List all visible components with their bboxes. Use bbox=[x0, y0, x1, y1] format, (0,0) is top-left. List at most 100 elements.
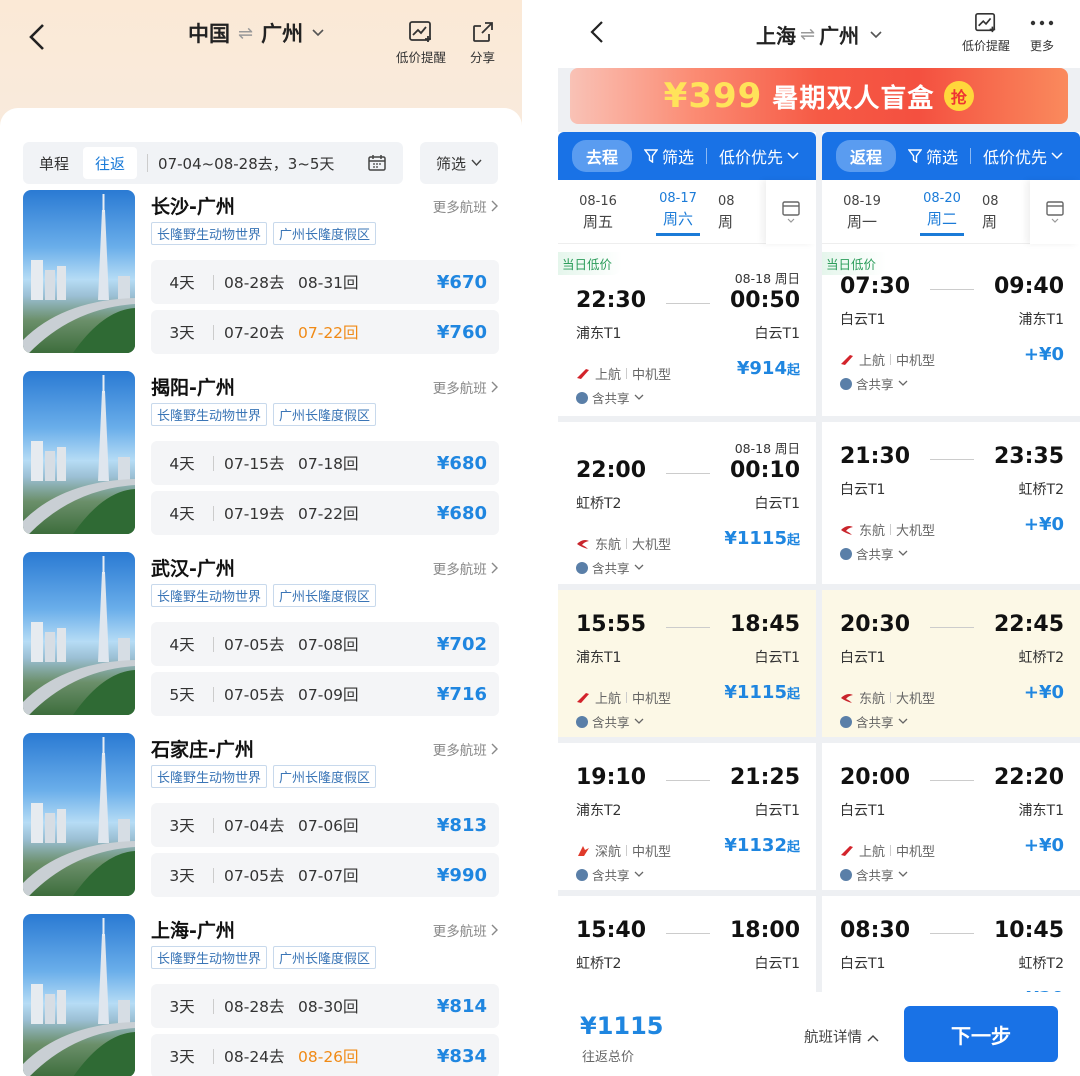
calendar-icon[interactable] bbox=[367, 154, 387, 172]
date-tab[interactable]: 08-16 周五 bbox=[558, 191, 638, 233]
tag-list: 长隆野生动物世界 广州长隆度假区 bbox=[151, 222, 377, 245]
canton-tower-photo[interactable] bbox=[23, 733, 135, 896]
attraction-tag: 长隆野生动物世界 bbox=[151, 222, 268, 245]
destination-card[interactable]: 揭阳-广州 更多航班 长隆野生动物世界 广州长隆度假区 4天 07-15去 07-… bbox=[23, 371, 499, 536]
flight-item[interactable]: 当日低价 08-18 周日 22:30 00:50 浦东T1 白云T1 上航 中机型… bbox=[558, 252, 816, 422]
calendar-button[interactable] bbox=[766, 180, 816, 244]
date-tab[interactable]: 08-19 周一 bbox=[822, 191, 902, 233]
flight-item[interactable]: 21:30 23:35 白云T1 虹桥T2 东航 大机型 +¥0 含共享 bbox=[822, 422, 1080, 590]
destination-card[interactable]: 长沙-广州 更多航班 长隆野生动物世界 广州长隆度假区 4天 08-28去 08-… bbox=[23, 190, 499, 355]
back-button[interactable] bbox=[578, 12, 618, 52]
depart-airport: 虹桥T2 bbox=[576, 496, 622, 512]
more-flights-link[interactable]: 更多航班 bbox=[433, 196, 499, 216]
calendar-button[interactable] bbox=[1030, 180, 1080, 244]
tab-roundtrip[interactable]: 往返 bbox=[83, 147, 138, 179]
codeshare-toggle[interactable]: 含共享 bbox=[840, 865, 908, 884]
codeshare-toggle[interactable]: 含共享 bbox=[840, 712, 908, 731]
divider bbox=[890, 845, 892, 856]
flight-item[interactable]: 08:30 10:45 白云T1 虹桥T2 东航 大机型+¥20 bbox=[822, 896, 1080, 992]
date-tab[interactable]: 08-17 周六 bbox=[638, 188, 718, 236]
trip-option-row[interactable]: 4天 07-15去 07-18回 ¥680 bbox=[151, 441, 499, 485]
trip-option-row[interactable]: 3天 07-05去 07-07回 ¥990 bbox=[151, 853, 499, 897]
trip-option-row[interactable]: 4天 08-28去 08-31回 ¥670 bbox=[151, 260, 499, 304]
arrive-time: 10:45 bbox=[993, 918, 1064, 943]
trip-option-row[interactable]: 4天 07-19去 07-22回 ¥680 bbox=[151, 491, 499, 535]
more-button[interactable]: 更多 bbox=[1028, 12, 1056, 54]
funnel-icon bbox=[908, 149, 923, 163]
flight-item[interactable]: 20:30 22:45 白云T1 虹桥T2 东航 大机型 +¥0 含共享 bbox=[822, 590, 1080, 743]
codeshare-toggle[interactable]: 含共享 bbox=[576, 865, 644, 884]
codeshare-toggle[interactable]: 含共享 bbox=[840, 544, 908, 563]
airline-info: 上航 中机型 bbox=[840, 350, 935, 369]
destination-card[interactable]: 石家庄-广州 更多航班 长隆野生动物世界 广州长隆度假区 3天 07-04去 07… bbox=[23, 733, 499, 898]
arrival-date: 08-18 周日 bbox=[734, 271, 800, 286]
trip-option-row[interactable]: 5天 07-05去 07-09回 ¥716 bbox=[151, 672, 499, 716]
canton-tower-photo[interactable] bbox=[23, 552, 135, 715]
flight-item[interactable]: 15:55 18:45 浦东T1 白云T1 上航 中机型 ¥1115起 含共享 bbox=[558, 590, 816, 743]
codeshare-toggle[interactable]: 含共享 bbox=[576, 712, 644, 731]
price-alert-button[interactable]: 低价提醒 bbox=[962, 12, 1010, 54]
flight-price: ¥1115起 bbox=[724, 682, 800, 703]
filter-button[interactable]: 筛选 bbox=[420, 142, 498, 184]
flight-item[interactable]: 当日低价 07:30 09:40 白云T1 浦东T1 上航 中机型 +¥0 含共享 bbox=[822, 252, 1080, 422]
trip-option-row[interactable]: 3天 07-20去 07-22回 ¥760 bbox=[151, 310, 499, 354]
date-tab[interactable]: 08 周 bbox=[718, 191, 738, 233]
flight-item[interactable]: 19:10 21:25 浦东T2 白云T1 深航 中机型 ¥1132起 含共享 bbox=[558, 743, 816, 896]
flight-item[interactable]: 15:40 18:00 虹桥T2 白云T1 bbox=[558, 896, 816, 992]
china-eastern-logo-icon bbox=[577, 539, 589, 549]
date-tab[interactable]: 08 周 bbox=[982, 191, 1002, 233]
arrive-time: 00:10 bbox=[729, 458, 800, 483]
more-flights-link[interactable]: 更多航班 bbox=[433, 920, 499, 940]
return-date: 07-08回 bbox=[298, 636, 359, 654]
trip-option-row[interactable]: 3天 07-04去 07-06回 ¥813 bbox=[151, 803, 499, 847]
inbound-pill[interactable]: 返程 bbox=[836, 140, 897, 172]
filter-button[interactable]: 筛选 bbox=[644, 144, 694, 168]
arrive-airport: 浦东T1 bbox=[1018, 803, 1064, 819]
destination-card[interactable]: 武汉-广州 更多航班 长隆野生动物世界 广州长隆度假区 4天 07-05去 07-… bbox=[23, 552, 499, 717]
more-flights-link[interactable]: 更多航班 bbox=[433, 739, 499, 759]
outbound-pill[interactable]: 去程 bbox=[572, 140, 633, 172]
codeshare-toggle[interactable]: 含共享 bbox=[576, 388, 644, 407]
chevron-down-icon bbox=[898, 718, 907, 724]
arrive-airport: 白云T1 bbox=[754, 326, 800, 342]
tab-oneway[interactable]: 单程 bbox=[23, 142, 81, 184]
route-title[interactable]: 中国 ⇌ 广州 bbox=[188, 18, 325, 48]
share-button[interactable]: 分享 bbox=[470, 20, 495, 66]
sort-button[interactable]: 低价优先 bbox=[719, 144, 799, 168]
airline-name: 上航 bbox=[859, 845, 886, 860]
next-step-button[interactable]: 下一步 bbox=[904, 1006, 1058, 1062]
chevron-down-icon bbox=[898, 380, 907, 386]
date-tab[interactable]: 08-20 周二 bbox=[902, 188, 982, 236]
filter-button[interactable]: 筛选 bbox=[908, 144, 958, 168]
return-date: 07-22回 bbox=[298, 505, 359, 523]
depart-time: 20:30 bbox=[840, 612, 911, 637]
codeshare-toggle[interactable]: 含共享 bbox=[576, 558, 644, 577]
codeshare-toggle[interactable]: 含共享 bbox=[840, 374, 908, 393]
price-alert-button[interactable]: 低价提醒 bbox=[396, 20, 446, 66]
more-flights-link[interactable]: 更多航班 bbox=[433, 377, 499, 397]
codeshare-label: 含共享 bbox=[856, 547, 894, 562]
canton-tower-photo[interactable] bbox=[23, 914, 135, 1076]
depart-airport: 白云T1 bbox=[840, 803, 886, 819]
route-title[interactable]: 上海 ⇌ 广州 bbox=[756, 20, 883, 49]
depart-date: 07-04去 bbox=[224, 817, 285, 835]
depart-date: 08-28去 bbox=[224, 274, 285, 292]
date-range[interactable]: 07-04~08-28去，3~5天 bbox=[158, 153, 367, 174]
flight-price: +¥0 bbox=[1024, 344, 1064, 365]
flight-item[interactable]: 08-18 周日 22:00 00:10 虹桥T2 白云T1 东航 大机型 ¥111… bbox=[558, 422, 816, 590]
more-flights-link[interactable]: 更多航班 bbox=[433, 558, 499, 578]
trip-option-row[interactable]: 4天 07-05去 07-08回 ¥702 bbox=[151, 622, 499, 666]
sort-button[interactable]: 低价优先 bbox=[983, 144, 1063, 168]
date-tab-date: 08 bbox=[982, 193, 999, 209]
divider bbox=[213, 867, 214, 883]
trip-option-row[interactable]: 3天 08-24去 08-26回 ¥834 bbox=[151, 1034, 499, 1076]
promo-banner[interactable]: ¥399 暑期双人盲盒 抢 bbox=[570, 68, 1068, 124]
trip-option-row[interactable]: 3天 08-28去 08-30回 ¥814 bbox=[151, 984, 499, 1028]
flight-detail-button[interactable]: 航班详情 bbox=[804, 1026, 879, 1047]
depart-airport: 浦东T1 bbox=[576, 326, 622, 342]
canton-tower-photo[interactable] bbox=[23, 371, 135, 534]
canton-tower-photo[interactable] bbox=[23, 190, 135, 353]
destination-card[interactable]: 上海-广州 更多航班 长隆野生动物世界 广州长隆度假区 3天 08-28去 08-… bbox=[23, 914, 499, 1076]
back-button[interactable] bbox=[18, 17, 58, 57]
flight-item[interactable]: 20:00 22:20 白云T1 浦东T1 上航 中机型 +¥0 含共享 bbox=[822, 743, 1080, 896]
